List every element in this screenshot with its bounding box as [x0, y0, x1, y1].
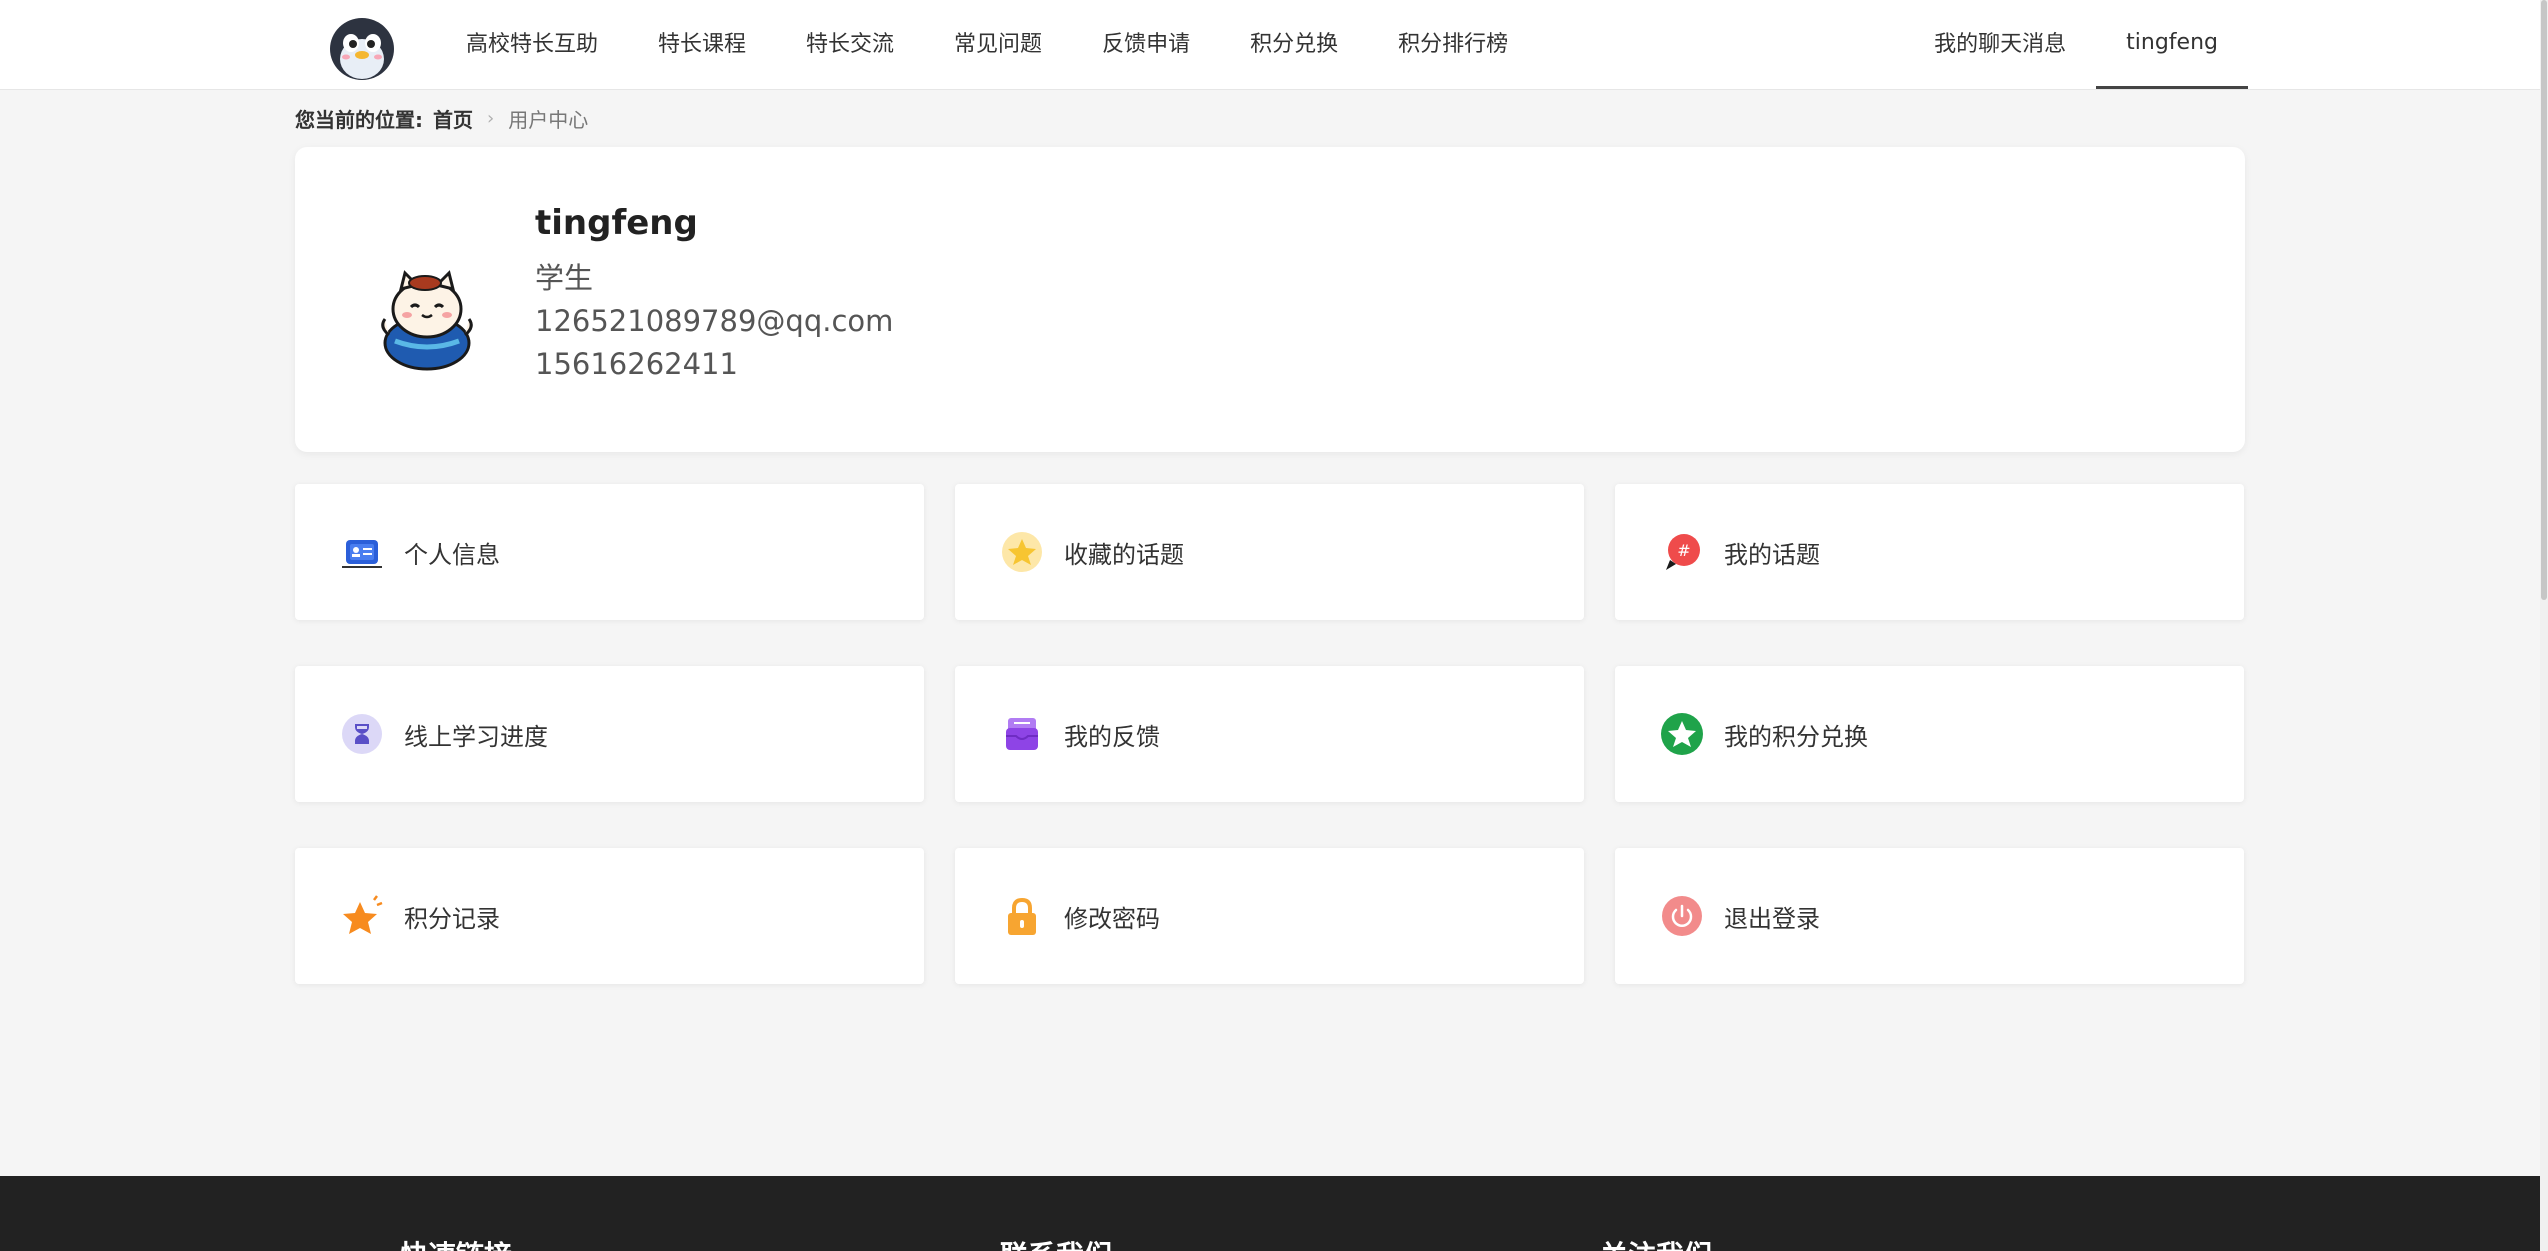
- hourglass-icon: [342, 714, 382, 754]
- id-card-icon: [342, 540, 382, 568]
- cat-avatar-icon[interactable]: [367, 265, 487, 375]
- nav-item-feedback[interactable]: 反馈申请: [1072, 0, 1220, 89]
- menu-points-record[interactable]: 积分记录: [295, 848, 924, 984]
- breadcrumb: 您当前的位置: 首页 › 用户中心: [295, 104, 588, 133]
- top-navbar: 高校特长互助 特长课程 特长交流 常见问题 反馈申请 积分兑换 积分排行榜 我的…: [0, 0, 2540, 90]
- chevron-right-icon: ›: [487, 108, 495, 129]
- inbox-icon: [1006, 718, 1038, 750]
- profile-role: 学生: [535, 261, 594, 295]
- nav-item-user[interactable]: tingfeng: [2096, 0, 2248, 89]
- nav-item-faq[interactable]: 常见问题: [924, 0, 1072, 89]
- user-nav: 我的聊天消息 tingfeng: [1904, 0, 2248, 89]
- footer-follow-title: 关注我们: [1600, 1234, 1712, 1251]
- menu-learning-progress[interactable]: 线上学习进度: [295, 666, 924, 802]
- menu-my-points-exchange[interactable]: 我的积分兑换: [1615, 666, 2244, 802]
- penguin-logo-icon[interactable]: [326, 13, 398, 81]
- lock-icon: [1008, 897, 1036, 935]
- footer-quick-links-title: 快速链接: [400, 1234, 512, 1251]
- menu-favorite-topics[interactable]: 收藏的话题: [955, 484, 1584, 620]
- menu-label: 我的话题: [1724, 540, 1820, 569]
- profile-username: tingfeng: [535, 203, 698, 243]
- nav-item-leaderboard[interactable]: 积分排行榜: [1368, 0, 1538, 89]
- footer: 快速链接 联系我们 关注我们: [0, 1176, 2540, 1251]
- profile-info: tingfeng 学生 126521089789@qq.com 15616262…: [535, 203, 893, 386]
- nav-item-courses[interactable]: 特长课程: [628, 0, 776, 89]
- menu-label: 修改密码: [1064, 904, 1160, 933]
- breadcrumb-current: 用户中心: [508, 108, 589, 132]
- footer-contact-title: 联系我们: [1000, 1234, 1112, 1251]
- power-icon: [1662, 896, 1702, 936]
- breadcrumb-home-link[interactable]: 首页: [433, 104, 473, 133]
- menu-label: 我的积分兑换: [1724, 722, 1868, 751]
- profile-card: tingfeng 学生 126521089789@qq.com 15616262…: [295, 147, 2245, 452]
- star-sparkle-icon: [343, 895, 383, 934]
- menu-label: 退出登录: [1724, 904, 1820, 933]
- menu-my-feedback[interactable]: 我的反馈: [955, 666, 1584, 802]
- nav-item-skill-help[interactable]: 高校特长互助: [436, 0, 628, 89]
- menu-change-password[interactable]: 修改密码: [955, 848, 1584, 984]
- menu-label: 我的反馈: [1064, 722, 1160, 751]
- star-badge-icon: [1002, 532, 1042, 572]
- menu-logout[interactable]: 退出登录: [1615, 848, 2244, 984]
- page-scrollbar[interactable]: [2540, 0, 2548, 1251]
- menu-label: 积分记录: [404, 904, 500, 933]
- nav-item-messages[interactable]: 我的聊天消息: [1904, 0, 2096, 89]
- profile-phone: 15616262411: [535, 347, 738, 381]
- menu-personal-info[interactable]: 个人信息: [295, 484, 924, 620]
- menu-label: 线上学习进度: [404, 722, 548, 751]
- breadcrumb-label: 您当前的位置:: [295, 108, 423, 132]
- nav-item-points-exchange[interactable]: 积分兑换: [1220, 0, 1368, 89]
- menu-label: 个人信息: [404, 540, 500, 569]
- menu-label: 收藏的话题: [1064, 540, 1184, 569]
- svg-text:#: #: [1677, 541, 1690, 560]
- profile-email: 126521089789@qq.com: [535, 304, 894, 338]
- menu-my-topics[interactable]: # 我的话题: [1615, 484, 2244, 620]
- hashtag-bubble-icon: #: [1666, 534, 1700, 570]
- main-nav: 高校特长互助 特长课程 特长交流 常见问题 反馈申请 积分兑换 积分排行榜: [436, 0, 1538, 89]
- star-circle-icon: [1661, 713, 1703, 755]
- scrollbar-thumb[interactable]: [2541, 0, 2547, 600]
- nav-item-exchange[interactable]: 特长交流: [776, 0, 924, 89]
